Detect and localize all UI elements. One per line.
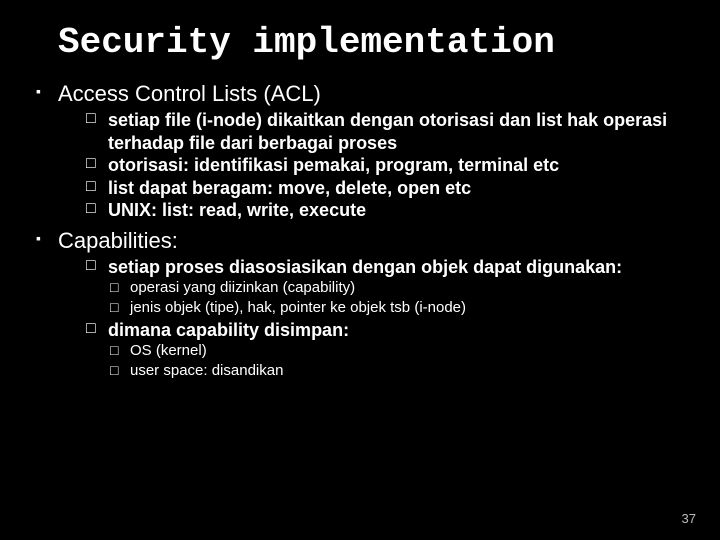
acl-sublist: setiap file (i-node) dikaitkan dengan ot… xyxy=(58,109,692,222)
acl-item-1: otorisasi: identifikasi pemakai, program… xyxy=(108,154,692,177)
bullet-label: Access Control Lists (ACL) xyxy=(58,81,321,106)
cap-1-sub-1: user space: disandikan xyxy=(130,361,692,381)
cap-0-sub-0: operasi yang diizinkan (capability) xyxy=(130,278,692,298)
cap-sublist: setiap proses diasosiasikan dengan objek… xyxy=(58,256,692,382)
cap-item-1-sublist: OS (kernel) user space: disandikan xyxy=(108,341,692,382)
cap-1-sub-0: OS (kernel) xyxy=(130,341,692,361)
cap-0-sub-1: jenis objek (tipe), hak, pointer ke obje… xyxy=(130,298,692,318)
page-number: 37 xyxy=(682,511,696,526)
slide: Security implementation Access Control L… xyxy=(0,0,720,540)
cap-item-1: dimana capability disimpan: OS (kernel) … xyxy=(108,319,692,382)
bullet-label: Capabilities: xyxy=(58,228,178,253)
acl-item-3: UNIX: list: read, write, execute xyxy=(108,199,692,222)
content-list: Access Control Lists (ACL) setiap file (… xyxy=(28,81,692,382)
cap-item-0-sublist: operasi yang diizinkan (capability) jeni… xyxy=(108,278,692,319)
bullet-acl: Access Control Lists (ACL) setiap file (… xyxy=(36,81,692,222)
cap-item-0: setiap proses diasosiasikan dengan objek… xyxy=(108,256,692,319)
bullet-capabilities: Capabilities: setiap proses diasosiasika… xyxy=(36,228,692,382)
cap-item-1-label: dimana capability disimpan: xyxy=(108,320,349,340)
acl-item-0: setiap file (i-node) dikaitkan dengan ot… xyxy=(108,109,692,154)
slide-title: Security implementation xyxy=(58,22,692,63)
acl-item-2: list dapat beragam: move, delete, open e… xyxy=(108,177,692,200)
cap-item-0-label: setiap proses diasosiasikan dengan objek… xyxy=(108,257,622,277)
